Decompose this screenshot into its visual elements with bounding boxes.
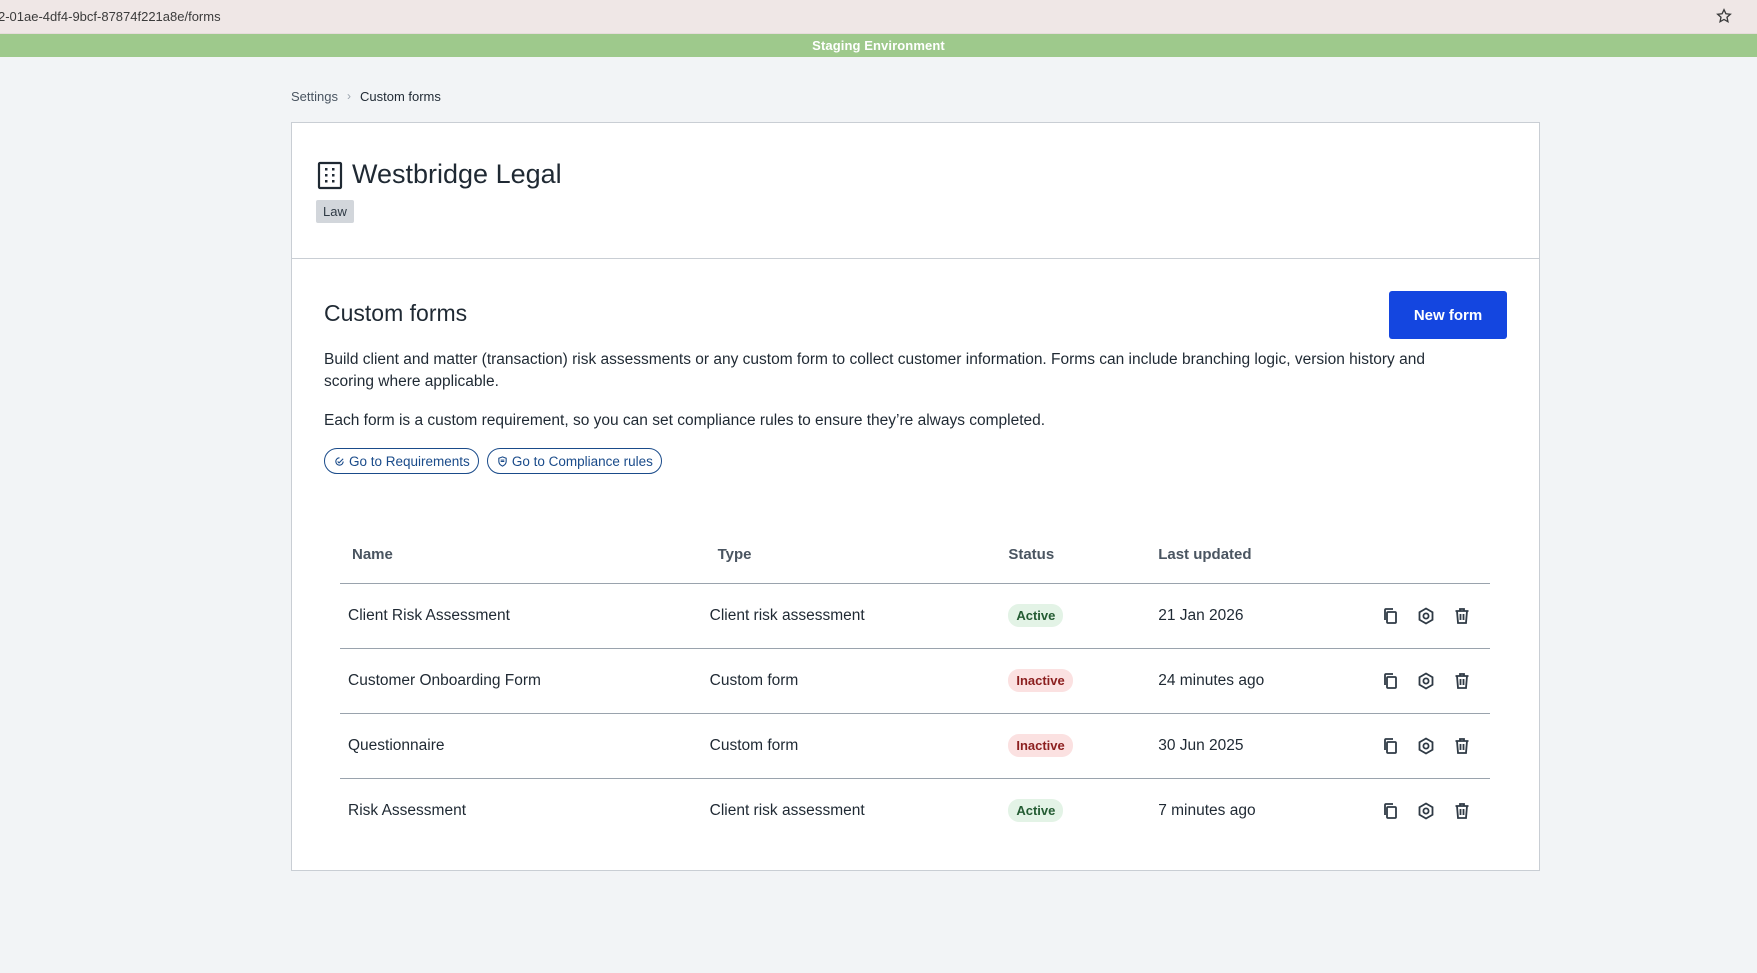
settings-icon[interactable] <box>1414 604 1438 628</box>
bookmark-star-icon[interactable] <box>1713 5 1735 27</box>
status-cell: Active <box>1008 778 1158 843</box>
copy-icon[interactable] <box>1378 734 1402 758</box>
table-row[interactable]: Client Risk Assessment Client risk asses… <box>340 583 1490 649</box>
status-cell: Inactive <box>1008 648 1159 714</box>
status-badge: Active <box>1008 604 1064 627</box>
table-row[interactable]: Questionnaire Custom form Inactive 30 Ju… <box>340 713 1490 779</box>
forms-table: Name Type Status Last updated Client Ris… <box>340 526 1490 843</box>
status-badge: Inactive <box>1008 734 1073 757</box>
status-cell: Inactive <box>1008 713 1159 779</box>
form-name[interactable]: Client Risk Assessment <box>340 583 710 649</box>
copy-icon[interactable] <box>1378 799 1402 823</box>
trash-icon[interactable] <box>1450 799 1474 823</box>
section-description: Build client and matter (transaction) ri… <box>324 351 1425 390</box>
actions-cell <box>1378 648 1490 714</box>
form-type: Client risk assessment <box>709 583 1009 649</box>
new-form-button[interactable]: New form <box>1389 291 1507 339</box>
status-badge: Active <box>1008 799 1064 823</box>
last-updated: 7 minutes ago <box>1158 801 1256 819</box>
trash-icon[interactable] <box>1450 734 1474 758</box>
building-icon <box>317 161 343 189</box>
status-badge: Inactive <box>1008 669 1073 692</box>
browser-address-bar[interactable]: 2-01ae-4df4-9bcf-87874f221a8e/forms <box>0 0 1757 34</box>
organization-name: Westbridge Legal <box>352 159 562 189</box>
copy-icon[interactable] <box>1378 669 1402 693</box>
last-updated: 24 minutes ago <box>1158 648 1378 714</box>
forms-card: Westbridge Legal Law Custom forms New fo… <box>291 122 1540 871</box>
form-name[interactable]: Questionnaire <box>340 713 710 779</box>
settings-icon[interactable] <box>1414 669 1438 693</box>
last-updated: 21 Jan 2026 <box>1158 583 1378 649</box>
settings-icon[interactable] <box>1414 734 1438 758</box>
staging-environment-banner: Staging Environment <box>0 34 1757 57</box>
table-row[interactable]: Risk Assessment Client risk assessment A… <box>340 778 1490 843</box>
custom-forms-section: Custom forms New form Build client and m… <box>292 259 1539 474</box>
form-name[interactable]: Risk Assessment <box>340 778 710 843</box>
last-updated: 30 Jun 2025 <box>1158 713 1378 779</box>
shield-icon <box>498 455 507 467</box>
chevron-right-icon: › <box>346 89 351 103</box>
go-to-compliance-rules-link[interactable]: Go to Compliance rules <box>486 448 662 474</box>
breadcrumb-settings-link[interactable]: Settings <box>291 89 338 104</box>
settings-icon[interactable] <box>1414 799 1438 823</box>
go-to-compliance-rules-label: Go to Compliance rules <box>511 453 653 469</box>
trash-icon[interactable] <box>1450 669 1474 693</box>
copy-icon[interactable] <box>1378 604 1402 628</box>
column-header-name[interactable]: Name <box>340 526 710 584</box>
table-header-row: Name Type Status Last updated <box>340 526 1490 584</box>
organization-header: Westbridge Legal Law <box>292 123 1539 259</box>
form-type: Client risk assessment <box>709 801 865 819</box>
breadcrumb-current: Custom forms <box>359 88 441 104</box>
column-header-actions <box>1378 526 1490 584</box>
url-text[interactable]: 2-01ae-4df4-9bcf-87874f221a8e/forms <box>0 9 221 24</box>
requirements-icon <box>335 456 344 466</box>
page-container: Settings › Custom forms Westbridge Legal… <box>291 86 1540 871</box>
column-header-type[interactable]: Type <box>709 526 1009 584</box>
form-name[interactable]: Customer Onboarding Form <box>340 648 710 714</box>
section-title: Custom forms <box>324 300 468 326</box>
breadcrumb: Settings › Custom forms <box>291 86 1540 106</box>
status-cell: Active <box>1008 583 1159 649</box>
section-description-secondary: Each form is a custom requirement, so yo… <box>324 412 1046 429</box>
column-header-last-updated[interactable]: Last updated <box>1158 526 1378 584</box>
column-header-status[interactable]: Status <box>1008 526 1159 584</box>
go-to-requirements-label: Go to Requirements <box>349 453 470 469</box>
form-type: Custom form <box>709 713 1009 779</box>
actions-cell <box>1378 778 1490 843</box>
table-row[interactable]: Customer Onboarding Form Custom form Ina… <box>340 648 1490 714</box>
form-type: Custom form <box>709 648 1009 714</box>
industry-tag: Law <box>316 200 354 223</box>
actions-cell <box>1378 713 1490 779</box>
trash-icon[interactable] <box>1450 604 1474 628</box>
quick-links: Go to Requirements Go to Compliance rule… <box>324 448 1507 474</box>
actions-cell <box>1378 583 1490 649</box>
go-to-requirements-link[interactable]: Go to Requirements <box>324 448 479 474</box>
